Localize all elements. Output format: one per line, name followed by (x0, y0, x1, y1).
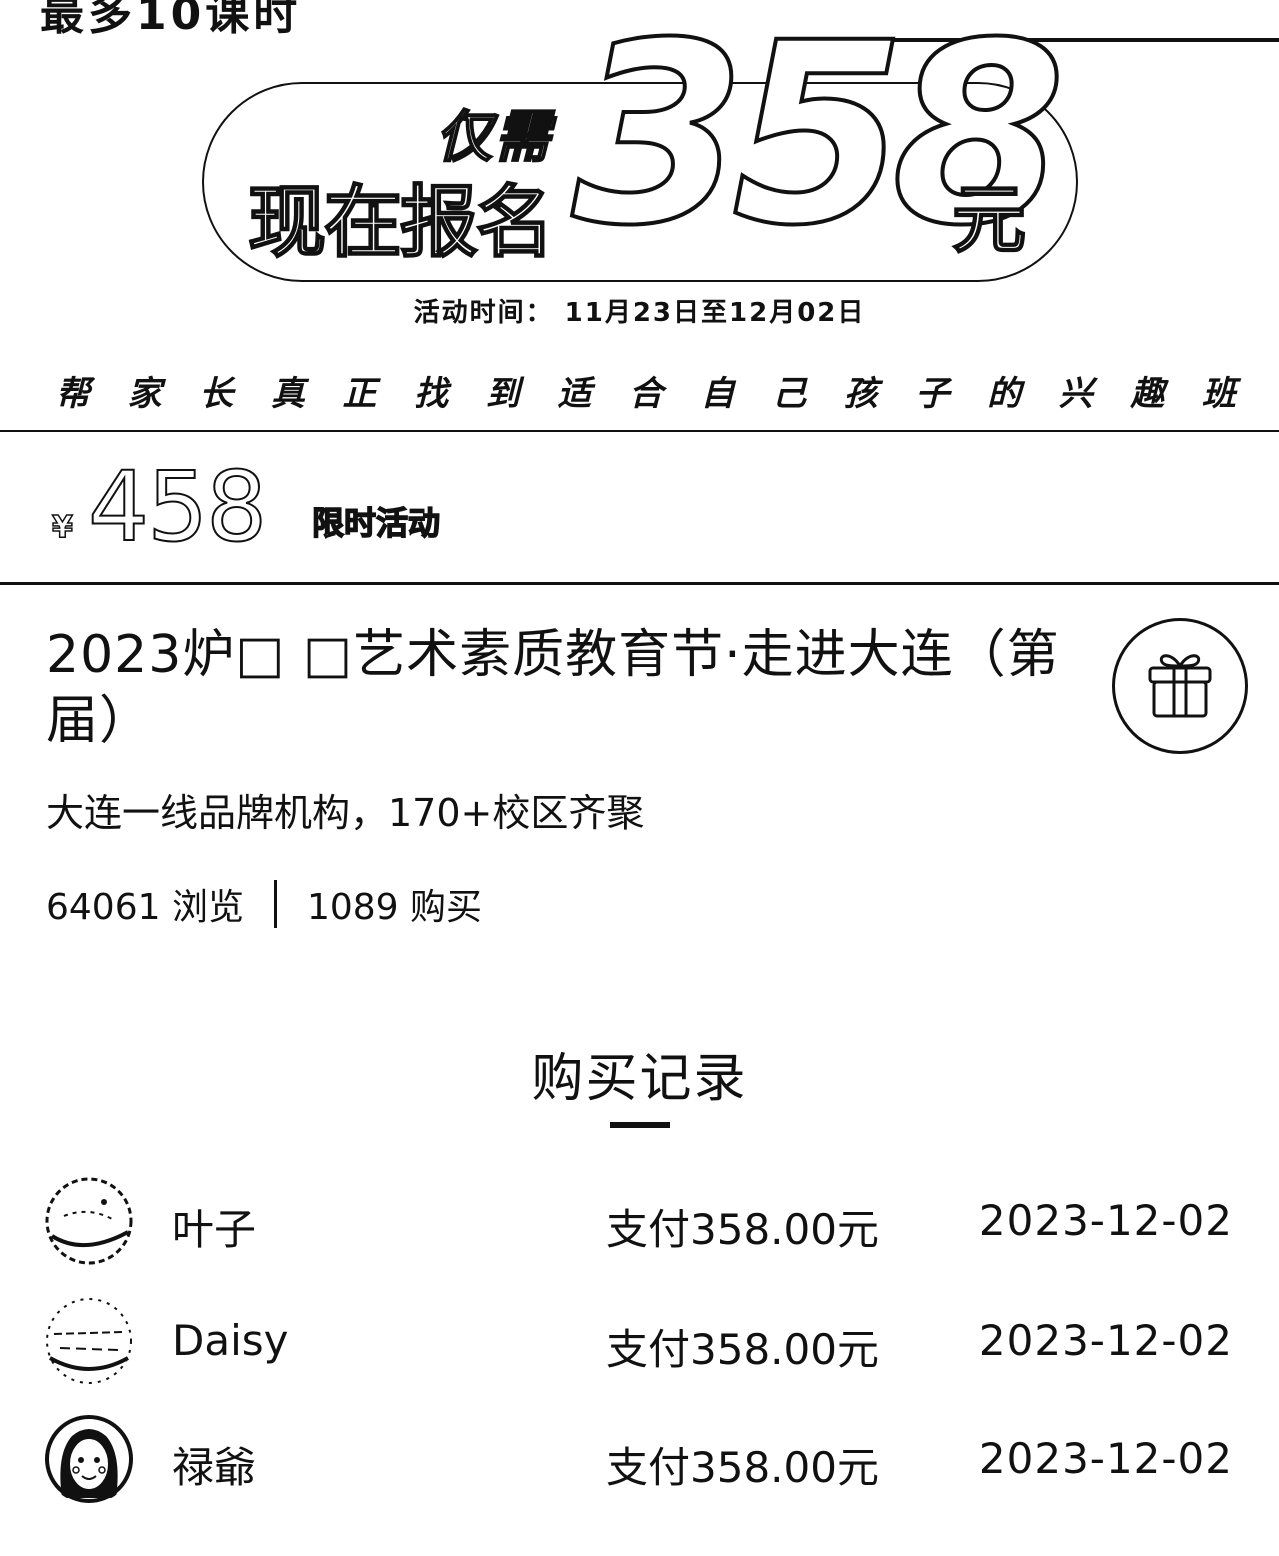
product-subtitle: 大连一线品牌机构，170+校区齐聚 (46, 791, 645, 835)
slogan-char: 帮 (56, 374, 90, 414)
avatar (44, 1176, 134, 1266)
banner-signup-now: 现在报名 (247, 177, 555, 269)
banner-activity-time: 活动时间： 11月23日至12月02日 (413, 298, 866, 328)
buyer-name: 禄爺 (172, 1443, 257, 1492)
banner-slogan: 帮 家 长 真 正 找 到 适 合 自 己 孩 子 的 兴 趣 班 (56, 366, 1236, 415)
buyer-name: 叶子 (172, 1205, 257, 1254)
payment-amount: 支付358.00元 (606, 1205, 879, 1254)
payment-amount: 支付358.00元 (606, 1443, 879, 1492)
avatar (44, 1414, 134, 1504)
slogan-char: 孩 (843, 374, 878, 414)
records-heading-underline (610, 1122, 670, 1128)
payment-date: 2023-12-02 (978, 1196, 1233, 1245)
payment-amount: 支付358.00元 (606, 1325, 879, 1374)
slogan-char: 家 (127, 374, 162, 414)
payment-date: 2023-12-02 (978, 1434, 1233, 1483)
current-price: 458 (87, 451, 268, 563)
records-heading: 购买记录 (531, 1049, 748, 1109)
price-bar-divider (0, 582, 1279, 585)
slogan-char: 到 (485, 374, 520, 414)
slogan-char: 找 (414, 374, 449, 414)
slogan-char: 长 (199, 374, 234, 414)
purchases-count: 1089 购买 (306, 887, 483, 928)
slogan-char: 趣 (1130, 374, 1165, 414)
gift-icon (1140, 644, 1220, 728)
views-count: 64061 浏览 (46, 887, 244, 928)
slogan-char: 合 (629, 374, 663, 414)
stats-divider (273, 880, 277, 928)
price-bar: ¥ 458 限时活动 (0, 432, 1279, 585)
record-row: Daisy 支付358.00元 2023-12-02 (0, 1290, 1279, 1390)
banner-cutoff-text: 最多10课时 (40, 0, 302, 40)
buyer-name: Daisy (172, 1316, 289, 1365)
product-stats: 64061 浏览 1089 购买 (46, 878, 482, 930)
slogan-char: 适 (557, 374, 592, 414)
gift-button[interactable] (1112, 618, 1248, 754)
record-row: 禄爺 支付358.00元 2023-12-02 (0, 1408, 1279, 1508)
promo-tag: 限时活动 (311, 503, 441, 543)
banner-yuan: 元 (951, 176, 1027, 264)
slogan-char: 己 (772, 374, 807, 414)
slogan-char: 正 (342, 374, 377, 414)
slogan-char: 子 (915, 374, 950, 414)
product-title: 2023炉□ □艺术素质教育节·走进大连（第 届） (46, 625, 1060, 751)
slogan-char: 真 (270, 374, 305, 414)
slogan-char: 班 (1202, 374, 1236, 414)
payment-date: 2023-12-02 (978, 1316, 1233, 1365)
slogan-char: 自 (700, 374, 735, 414)
slogan-char: 兴 (1058, 374, 1093, 414)
avatar (44, 1296, 134, 1386)
currency-symbol: ¥ (51, 509, 73, 546)
promo-banner: 最多10课时 仅需 现在报名 358 元 活动时间： 11月23日至12月02日… (0, 0, 1279, 432)
slogan-char: 的 (987, 374, 1022, 414)
record-row: 叶子 支付358.00元 2023-12-02 (0, 1170, 1279, 1270)
